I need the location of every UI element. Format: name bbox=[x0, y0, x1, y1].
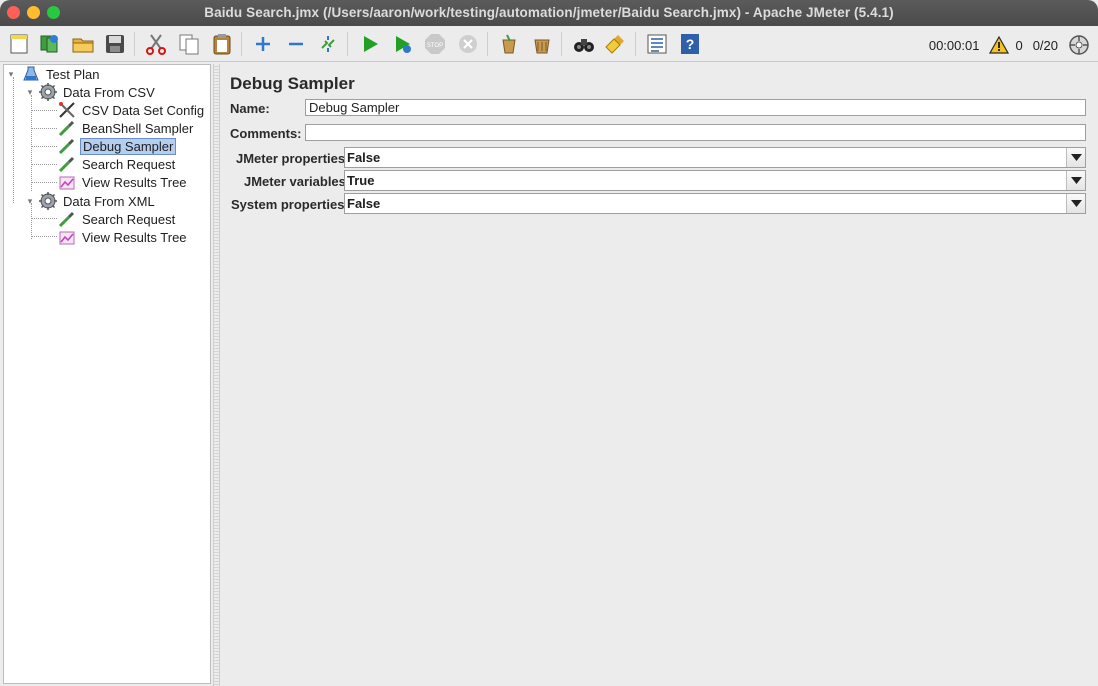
pane-splitter[interactable] bbox=[213, 64, 220, 686]
collapse-icon bbox=[289, 42, 303, 46]
elapsed-timer: 00:00:01 bbox=[928, 37, 980, 53]
data-from-xml-toggle[interactable]: ▾ bbox=[25, 196, 35, 206]
new-file-icon bbox=[10, 34, 28, 54]
remote-status-icon[interactable] bbox=[1068, 34, 1090, 56]
start-button[interactable] bbox=[355, 29, 385, 59]
expand-icon bbox=[256, 37, 270, 51]
new-file-button[interactable] bbox=[4, 29, 34, 59]
svg-text:?: ? bbox=[686, 36, 695, 52]
thread-count: 0/20 bbox=[1032, 37, 1058, 53]
tree-node-beanshell-sampler[interactable]: BeanShell Sampler bbox=[58, 119, 195, 137]
chevron-down-icon[interactable] bbox=[1066, 148, 1085, 167]
start-no-pauses-button[interactable] bbox=[388, 29, 418, 59]
jmeter-variables-select[interactable]: True bbox=[344, 170, 1086, 191]
toolbar: STOP ? 00:00:01 0 0/20 bbox=[0, 26, 1098, 62]
tree-node-view-results-tree-xml[interactable]: View Results Tree bbox=[58, 228, 189, 246]
help-icon: ? bbox=[681, 34, 699, 54]
cut-button[interactable] bbox=[141, 29, 171, 59]
jmeter-properties-label: JMeter properties: bbox=[236, 151, 350, 166]
templates-icon bbox=[40, 35, 58, 53]
open-folder-icon bbox=[72, 38, 94, 53]
stop-icon: STOP bbox=[425, 34, 445, 54]
expand-button[interactable] bbox=[248, 29, 278, 59]
svg-text:STOP: STOP bbox=[427, 43, 443, 49]
comments-field[interactable] bbox=[305, 124, 1086, 141]
tree-node-data-from-xml[interactable]: Data From XML bbox=[39, 192, 157, 210]
chevron-down-icon[interactable] bbox=[1066, 194, 1085, 213]
save-icon bbox=[106, 35, 124, 53]
copy-button[interactable] bbox=[174, 29, 204, 59]
clear-all-button[interactable] bbox=[527, 29, 557, 59]
warning-count: 0 bbox=[1015, 37, 1023, 53]
sampler-pipette-icon bbox=[58, 137, 76, 155]
function-helper-button[interactable] bbox=[642, 29, 672, 59]
toggle-button[interactable] bbox=[313, 29, 343, 59]
toggle-icon bbox=[321, 36, 335, 52]
data-from-csv-toggle[interactable]: ▾ bbox=[25, 87, 35, 97]
jmeter-window: Baidu Search.jmx (/Users/aaron/work/test… bbox=[0, 0, 1098, 686]
jmeter-variables-label: JMeter variables: bbox=[244, 174, 351, 189]
shutdown-icon bbox=[459, 35, 477, 53]
reset-search-button[interactable] bbox=[601, 29, 631, 59]
paste-icon bbox=[213, 34, 231, 55]
system-properties-value: False bbox=[347, 196, 381, 211]
save-button[interactable] bbox=[100, 29, 130, 59]
shutdown-button[interactable] bbox=[453, 29, 483, 59]
clear-button[interactable] bbox=[494, 29, 524, 59]
jmeter-properties-select[interactable]: False bbox=[344, 147, 1086, 168]
chevron-down-icon[interactable] bbox=[1066, 171, 1085, 190]
paste-button[interactable] bbox=[207, 29, 237, 59]
name-label: Name: bbox=[230, 101, 270, 116]
tree-node-view-results-tree[interactable]: View Results Tree bbox=[58, 173, 189, 191]
function-list-icon bbox=[647, 34, 667, 54]
clear-icon bbox=[502, 34, 516, 54]
jmeter-variables-value: True bbox=[347, 173, 375, 188]
cut-icon bbox=[146, 34, 166, 55]
listener-graph-icon bbox=[58, 228, 76, 246]
help-button[interactable]: ? bbox=[675, 29, 705, 59]
broom-icon bbox=[605, 35, 624, 54]
comments-label: Comments: bbox=[230, 126, 302, 141]
test-plan-icon bbox=[22, 65, 40, 83]
binoculars-icon bbox=[574, 39, 594, 52]
debug-sampler-panel: Debug Sampler Name: Debug Sampler Commen… bbox=[222, 64, 1098, 686]
copy-icon bbox=[179, 34, 199, 55]
sampler-pipette-icon bbox=[58, 210, 76, 228]
system-properties-select[interactable]: False bbox=[344, 193, 1086, 214]
play-icon bbox=[364, 36, 378, 52]
panel-heading: Debug Sampler bbox=[230, 74, 355, 93]
tree-node-search-request[interactable]: Search Request bbox=[58, 155, 177, 173]
tree-node-data-from-csv[interactable]: Data From CSV bbox=[39, 83, 157, 101]
tree-node-test-plan[interactable]: Test Plan bbox=[22, 65, 101, 83]
name-field[interactable]: Debug Sampler bbox=[305, 99, 1086, 116]
listener-graph-icon bbox=[58, 173, 76, 191]
play-no-pause-icon bbox=[396, 36, 411, 53]
templates-button[interactable] bbox=[35, 29, 65, 59]
title-bar: Baidu Search.jmx (/Users/aaron/work/test… bbox=[0, 0, 1098, 26]
jmeter-properties-value: False bbox=[347, 150, 381, 165]
search-button[interactable] bbox=[569, 29, 599, 59]
open-button[interactable] bbox=[68, 29, 98, 59]
gear-icon bbox=[39, 83, 57, 101]
test-plan-toggle[interactable]: ▾ bbox=[6, 69, 16, 79]
status-area: 00:00:01 0 0/20 bbox=[929, 34, 1090, 56]
tree-node-search-request-xml[interactable]: Search Request bbox=[58, 210, 177, 228]
warning-icon[interactable] bbox=[989, 36, 1010, 54]
stop-button[interactable]: STOP bbox=[420, 29, 450, 59]
test-plan-tree: ▾ Test Plan ▾ Data From CSV CSV Data Set… bbox=[3, 64, 211, 684]
tree-node-debug-sampler[interactable]: Debug Sampler bbox=[58, 137, 177, 155]
sampler-pipette-icon bbox=[58, 119, 76, 137]
clear-all-icon bbox=[534, 39, 550, 54]
config-tools-icon bbox=[58, 101, 76, 119]
tree-node-csv-data-set-config[interactable]: CSV Data Set Config bbox=[58, 101, 206, 119]
window-title: Baidu Search.jmx (/Users/aaron/work/test… bbox=[204, 5, 894, 20]
gear-icon bbox=[39, 192, 57, 210]
system-properties-label: System properties: bbox=[231, 197, 349, 212]
collapse-button[interactable] bbox=[281, 29, 311, 59]
sampler-pipette-icon bbox=[58, 155, 76, 173]
